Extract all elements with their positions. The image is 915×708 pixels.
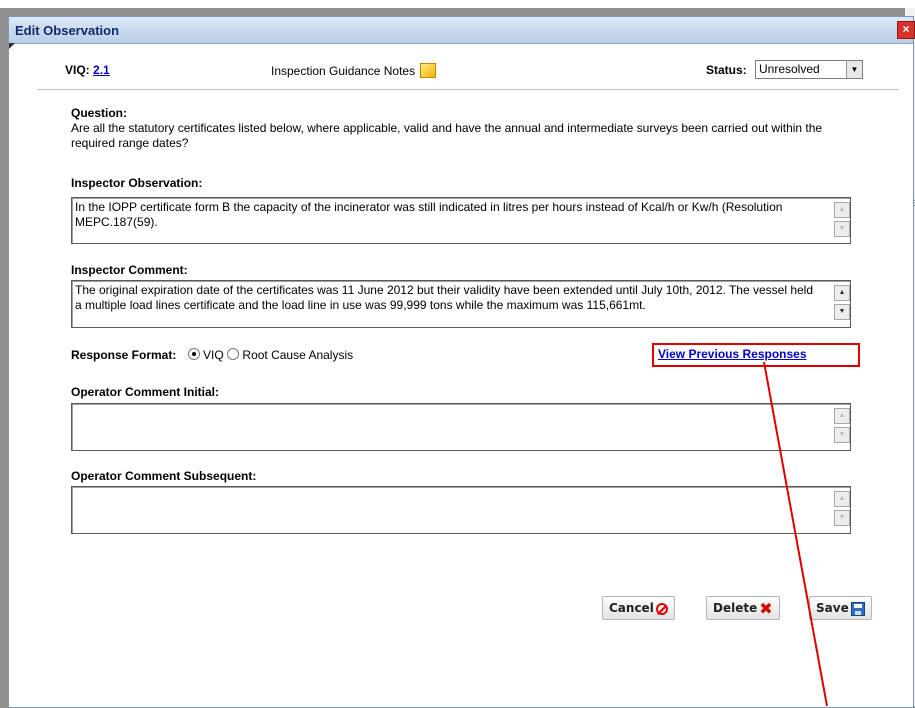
operator-comment-initial-field[interactable]: ▲ ▼: [71, 403, 851, 451]
scroll-up-icon[interactable]: ▲: [834, 408, 850, 424]
delete-button[interactable]: Delete ✖: [706, 596, 780, 620]
delete-x-icon: ✖: [759, 598, 773, 618]
status-label: Status:: [706, 63, 747, 77]
scroll-down-icon[interactable]: ▼: [834, 427, 850, 443]
edit-observation-dialog: Edit Observation × VIQ: 2.1 Inspection G…: [8, 16, 915, 708]
inspector-observation-field[interactable]: In the IOPP certificate form B the capac…: [71, 197, 851, 244]
delete-label: Delete: [713, 601, 758, 615]
radio-viq[interactable]: [187, 348, 200, 360]
scroll-up-icon[interactable]: ▲: [834, 285, 850, 301]
viq-label-text: VIQ:: [65, 63, 90, 77]
view-previous-responses-link[interactable]: View Previous Responses: [658, 347, 807, 361]
cancel-label: Cancel: [609, 601, 654, 615]
inspection-guidance-notes[interactable]: Inspection Guidance Notes: [271, 63, 437, 78]
viq-label: VIQ: 2.1: [65, 63, 110, 77]
scroll-down-icon[interactable]: ▼: [834, 221, 850, 237]
radio-root-cause[interactable]: [227, 348, 240, 360]
close-button[interactable]: ×: [897, 21, 915, 39]
save-label: Save: [816, 601, 849, 615]
scroll-down-icon[interactable]: ▼: [834, 304, 850, 320]
inspector-comment-field[interactable]: The original expiration date of the cert…: [71, 280, 851, 328]
scroll-up-icon[interactable]: ▲: [834, 491, 850, 507]
dialog-title: Edit Observation: [15, 23, 120, 38]
subsequent-scrollbar[interactable]: ▲ ▼: [834, 491, 850, 527]
header-divider: [37, 89, 899, 90]
note-icon[interactable]: [420, 63, 437, 78]
page-backdrop: [0, 0, 915, 8]
inspector-observation-label: Inspector Observation:: [71, 176, 203, 190]
corner-marker: [9, 43, 15, 49]
inspector-observation-text: In the IOPP certificate form B the capac…: [75, 200, 783, 229]
save-disk-icon: [850, 601, 865, 616]
inspector-comment-text: The original expiration date of the cert…: [75, 283, 814, 312]
radio-viq-label[interactable]: VIQ: [203, 348, 224, 362]
response-format-label: Response Format:: [71, 348, 177, 362]
dialog-titlebar[interactable]: Edit Observation ×: [9, 17, 915, 44]
save-button[interactable]: Save: [809, 596, 872, 620]
annotation-highlight-box: View Previous Responses: [652, 343, 860, 367]
scroll-up-icon[interactable]: ▲: [834, 202, 850, 218]
observation-scrollbar[interactable]: ▲ ▼: [834, 202, 850, 238]
status-select[interactable]: Unresolved ▼: [755, 60, 863, 79]
chevron-down-icon[interactable]: ▼: [846, 61, 862, 78]
operator-comment-initial-label: Operator Comment Initial:: [71, 385, 220, 399]
guidance-label: Inspection Guidance Notes: [271, 64, 416, 78]
cancel-button[interactable]: Cancel: [602, 596, 675, 620]
status-value: Unresolved: [759, 62, 820, 76]
operator-comment-subsequent-field[interactable]: ▲ ▼: [71, 486, 851, 534]
inspector-comment-label: Inspector Comment:: [71, 263, 188, 277]
question-text: Are all the statutory certificates liste…: [71, 121, 823, 150]
initial-scrollbar[interactable]: ▲ ▼: [834, 408, 850, 444]
response-format: Response Format: VIQ Root Cause Analysis: [71, 348, 353, 362]
viq-link[interactable]: 2.1: [93, 63, 110, 77]
radio-root-cause-label[interactable]: Root Cause Analysis: [242, 348, 353, 362]
question-label: Question:: [71, 106, 127, 120]
operator-comment-subsequent-label: Operator Comment Subsequent:: [71, 469, 257, 483]
cancel-icon: [655, 602, 668, 615]
comment-scrollbar[interactable]: ▲ ▼: [834, 285, 850, 321]
scroll-down-icon[interactable]: ▼: [834, 510, 850, 526]
